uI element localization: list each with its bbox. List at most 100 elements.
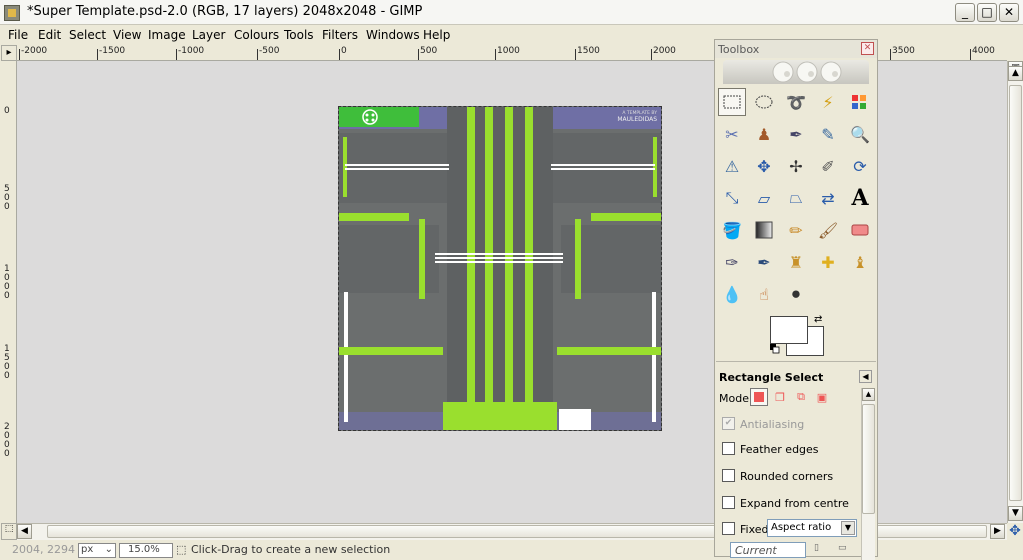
minimize-button[interactable]: _ [955,3,975,22]
flip-icon[interactable]: ⇄ [814,184,842,212]
fixed-checkbox[interactable] [722,522,735,535]
unit-select[interactable]: px ⌄ [78,543,116,558]
scroll-left-button[interactable]: ◀ [17,524,32,539]
wilber-drop-area[interactable] [723,60,869,84]
swap-colors-icon[interactable]: ⇄ [814,314,822,325]
close-icon[interactable]: ✕ [861,42,874,55]
portrait-icon[interactable]: ▯ [814,543,826,557]
ruler-label: -1000 [178,46,205,56]
mode-label: Mode: [719,392,753,405]
fuzzy-select-icon[interactable]: ⚡ [814,88,842,116]
mode-add-button[interactable]: ❐ [771,388,789,406]
pencil-icon[interactable]: ✏ [782,216,810,244]
bucket-fill-icon[interactable]: 🪣 [718,216,746,244]
vertical-scroll-thumb[interactable] [1009,85,1022,501]
ruler-label: 1000 [497,46,520,56]
toolbox-title-bar[interactable]: Toolbox ✕ [715,40,877,58]
rotate-icon[interactable]: ⟳ [846,152,874,180]
menu-help[interactable]: Help [423,28,450,42]
smudge-icon[interactable]: ☝ [750,280,778,308]
menu-view[interactable]: View [113,28,141,42]
scale-icon[interactable]: ⤡ [718,184,746,212]
close-button[interactable]: ✕ [999,3,1019,22]
menu-layer[interactable]: Layer [192,28,225,42]
options-scroll-thumb[interactable] [862,404,875,514]
foreground-color-swatch[interactable] [770,316,808,344]
unit-value: px [81,544,94,555]
perspective-icon[interactable]: ⏢ [782,184,810,212]
ruler-label: 500 [420,46,438,56]
fixed-select-value: Aspect ratio [771,522,832,533]
scroll-right-button[interactable]: ▶ [990,524,1005,539]
image-canvas[interactable]: A TEMPLATE BY MAULEDIDAS [338,106,662,431]
blur-icon[interactable]: 💧 [718,280,746,308]
zoom-value: 15.0% [128,544,160,555]
gimp-app-icon[interactable] [4,5,20,21]
airbrush-icon[interactable]: ✑ [718,248,746,276]
menu-tools[interactable]: Tools [284,28,314,42]
toolbox-title: Toolbox [718,43,760,56]
heal-icon[interactable]: ✚ [814,248,842,276]
vertical-scrollbar[interactable]: ▣ ▲ ▼ [1007,61,1023,523]
expand-from-centre-label: Expand from centre [740,497,849,510]
menu-image[interactable]: Image [148,28,186,42]
ink-icon[interactable]: ✒ [750,248,778,276]
default-colors-icon[interactable] [770,344,780,354]
toolbox-window: Toolbox ✕ ➰ ⚡ ✂ ♟ ✒ ✎ 🔍 ⚠ ✥ ✢ ✐ ⟳ ⤡ ▱ ⏢ … [714,39,878,560]
fixed-select[interactable]: Aspect ratio ▼ [767,519,857,537]
menu-filters[interactable]: Filters [322,28,358,42]
scroll-down-button[interactable]: ▼ [1008,506,1023,521]
maximize-button[interactable]: □ [977,3,997,22]
eraser-icon[interactable] [846,216,874,244]
rounded-corners-checkbox[interactable] [722,469,735,482]
scroll-up-button[interactable]: ▲ [862,388,875,401]
move-icon[interactable]: ✥ [750,152,778,180]
crop-icon[interactable]: ✐ [814,152,842,180]
quick-mask-toggle[interactable]: ⬚ [1,523,17,540]
menu-edit[interactable]: Edit [38,28,61,42]
feather-edges-checkbox[interactable] [722,442,735,455]
menu-select[interactable]: Select [69,28,106,42]
zoom-navigate-icon[interactable]: ✥ [1007,523,1023,540]
menu-file[interactable]: File [8,28,28,42]
cancel-icon[interactable]: ⬚ [176,543,186,556]
shear-icon[interactable]: ▱ [750,184,778,212]
perspective-clone-icon[interactable]: ♝ [846,248,874,276]
ruler-label: 500 [4,184,10,212]
paintbrush-icon[interactable]: 🖌 [814,216,842,244]
tool-options-panel: Rectangle Select ◀ Mode: ❐ ⧉ ▣ ✔ Antiali… [716,364,876,560]
blend-icon[interactable] [750,216,778,244]
free-select-icon[interactable]: ➰ [782,88,810,116]
current-entry[interactable]: Current [730,542,806,558]
ruler-corner-menu[interactable]: ▸ [1,45,17,61]
foreground-select-icon[interactable]: ♟ [750,120,778,148]
align-icon[interactable]: ✢ [782,152,810,180]
mode-intersect-button[interactable]: ▣ [813,388,831,406]
scroll-up-button[interactable]: ▲ [1008,66,1023,81]
vertical-ruler[interactable]: 0 500 1000 1500 2000 [1,61,17,523]
panel-menu-icon[interactable]: ◀ [859,370,872,383]
divider [716,361,876,362]
rectangle-select-icon[interactable] [718,88,746,116]
menu-windows[interactable]: Windows [366,28,420,42]
color-selector[interactable]: ⇄ [770,314,826,360]
landscape-icon[interactable]: ▭ [838,543,854,557]
select-by-color-icon[interactable] [846,88,874,116]
menu-colours[interactable]: Colours [234,28,279,42]
measure-icon[interactable]: ⚠ [718,152,746,180]
clone-icon[interactable]: ♜ [782,248,810,276]
status-message: Click-Drag to create a new selection [191,543,391,556]
options-scrollbar[interactable]: ▲ [861,388,875,560]
dodge-burn-icon[interactable]: ⚫ [782,280,810,308]
scissors-select-icon[interactable]: ✂ [718,120,746,148]
color-picker-icon[interactable]: ✎ [814,120,842,148]
mode-subtract-button[interactable]: ⧉ [792,388,810,406]
ellipse-select-icon[interactable] [750,88,778,116]
mode-replace-button[interactable] [750,388,768,406]
text-icon[interactable]: A [846,184,874,212]
paths-icon[interactable]: ✒ [782,120,810,148]
zoom-select[interactable]: 15.0% [119,543,173,558]
antialiasing-checkbox[interactable]: ✔ [722,417,735,430]
zoom-icon[interactable]: 🔍 [846,120,874,148]
expand-from-centre-checkbox[interactable] [722,496,735,509]
